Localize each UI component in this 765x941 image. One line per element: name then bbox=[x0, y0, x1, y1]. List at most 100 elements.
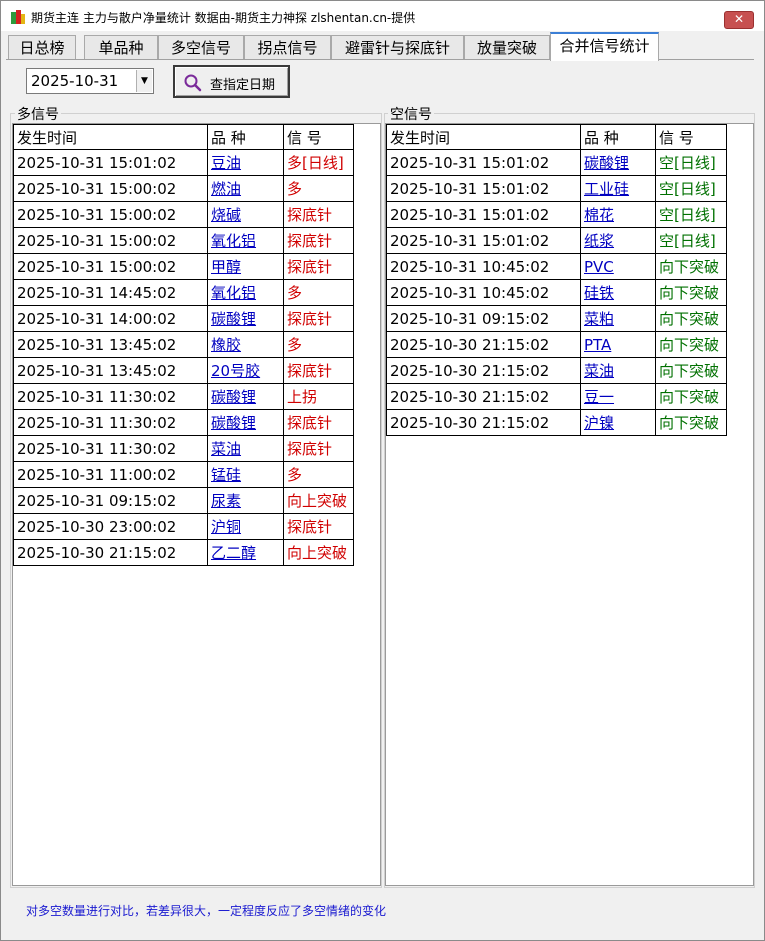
long-signal-panel: 发生时间 品 种 信 号 2025-10-31 15:01:02 豆油 多[日线] 2… bbox=[12, 123, 381, 886]
signal-type-cell: 探底针 bbox=[283, 253, 354, 280]
signal-type-cell: 空[日线] bbox=[655, 175, 727, 202]
short-signal-table: 发生时间 品 种 信 号 2025-10-31 15:01:02 碳酸锂 空[日线]… bbox=[386, 124, 727, 436]
product-link[interactable]: 碳酸锂 bbox=[580, 149, 656, 176]
signal-type-cell: 向下突破 bbox=[655, 357, 727, 384]
product-link[interactable]: 烧碱 bbox=[207, 201, 284, 228]
product-link[interactable]: 沪铜 bbox=[207, 513, 284, 540]
product-link[interactable]: 豆一 bbox=[580, 383, 656, 410]
product-link[interactable]: 豆油 bbox=[207, 149, 284, 176]
signal-time-cell: 2025-10-31 15:01:02 bbox=[386, 227, 581, 254]
signal-time-cell: 2025-10-31 09:15:02 bbox=[386, 305, 581, 332]
table-row: 2025-10-31 15:01:02 碳酸锂 空[日线] bbox=[386, 149, 727, 176]
tab-single-product[interactable]: 单品种 bbox=[84, 35, 158, 60]
product-link[interactable]: 乙二醇 bbox=[207, 539, 284, 566]
product-link[interactable]: PTA bbox=[580, 331, 656, 358]
date-picker[interactable]: 2025-10-31 ▼ bbox=[26, 68, 154, 94]
long-signal-table: 发生时间 品 种 信 号 2025-10-31 15:01:02 豆油 多[日线] 2… bbox=[13, 124, 354, 566]
signal-type-cell: 探底针 bbox=[283, 357, 354, 384]
signal-type-cell: 向下突破 bbox=[655, 383, 727, 410]
signal-time-cell: 2025-10-31 11:30:02 bbox=[13, 409, 208, 436]
product-link[interactable]: 氧化铝 bbox=[207, 227, 284, 254]
table-row: 2025-10-30 23:00:02 沪铜 探底针 bbox=[13, 513, 354, 540]
product-link[interactable]: 沪镍 bbox=[580, 409, 656, 436]
table-row: 2025-10-31 11:00:02 锰硅多 bbox=[13, 461, 354, 488]
window-title: 期货主连 主力与散户净量统计 数据由-期货主力神探 zlshentan.cn-提… bbox=[31, 11, 416, 25]
tab-merged-signal-stats[interactable]: 合并信号统计 bbox=[550, 32, 659, 61]
signal-type-cell: 向上突破 bbox=[283, 487, 354, 514]
signal-time-cell: 2025-10-31 15:00:02 bbox=[13, 175, 208, 202]
signal-time-cell: 2025-10-30 23:00:02 bbox=[13, 513, 208, 540]
signal-time-cell: 2025-10-30 21:15:02 bbox=[386, 409, 581, 436]
table-header-row: 发生时间 品 种 信 号 bbox=[386, 124, 727, 150]
table-row: 2025-10-31 15:01:02 豆油 多[日线] bbox=[13, 149, 354, 176]
signal-time-cell: 2025-10-30 21:15:02 bbox=[386, 331, 581, 358]
signal-type-cell: 向下突破 bbox=[655, 279, 727, 306]
query-date-button[interactable]: 查指定日期 bbox=[173, 65, 290, 98]
app-bar-chart-icon bbox=[11, 10, 25, 24]
signal-type-cell: 多 bbox=[283, 279, 354, 306]
table-row: 2025-10-31 15:00:02 烧碱 探底针 bbox=[13, 201, 354, 228]
product-link[interactable]: 碳酸锂 bbox=[207, 383, 284, 410]
tab-long-short-signal[interactable]: 多空信号 bbox=[158, 35, 244, 60]
product-link[interactable]: 碳酸锂 bbox=[207, 409, 284, 436]
signal-time-cell: 2025-10-31 15:00:02 bbox=[13, 253, 208, 280]
product-link[interactable]: 氧化铝 bbox=[207, 279, 284, 306]
product-link[interactable]: 燃油 bbox=[207, 175, 284, 202]
product-link[interactable]: 菜油 bbox=[207, 435, 284, 462]
signal-type-cell: 多 bbox=[283, 175, 354, 202]
chevron-down-icon[interactable]: ▼ bbox=[136, 70, 152, 92]
signal-type-cell: 多 bbox=[283, 331, 354, 358]
table-row: 2025-10-31 15:00:02 甲醇 探底针 bbox=[13, 253, 354, 280]
tab-turning-point-signal[interactable]: 拐点信号 bbox=[244, 35, 331, 60]
signal-time-cell: 2025-10-31 14:45:02 bbox=[13, 279, 208, 306]
table-row: 2025-10-31 13:45:02 橡胶多 bbox=[13, 331, 354, 358]
table-row: 2025-10-31 14:00:02 碳酸锂 探底针 bbox=[13, 305, 354, 332]
column-header-time: 发生时间 bbox=[13, 124, 208, 150]
table-row: 2025-10-30 21:15:02 PTA 向下突破 bbox=[386, 331, 727, 358]
table-row: 2025-10-30 21:15:02 沪镍 向下突破 bbox=[386, 409, 727, 436]
product-link[interactable]: 棉花 bbox=[580, 201, 656, 228]
table-header-row: 发生时间 品 种 信 号 bbox=[13, 124, 354, 150]
table-row: 2025-10-31 11:30:02 碳酸锂 上拐 bbox=[13, 383, 354, 410]
product-link[interactable]: 锰硅 bbox=[207, 461, 284, 488]
signal-time-cell: 2025-10-31 15:00:02 bbox=[13, 201, 208, 228]
signal-type-cell: 多[日线] bbox=[283, 149, 354, 176]
signal-type-cell: 探底针 bbox=[283, 409, 354, 436]
product-link[interactable]: 菜粕 bbox=[580, 305, 656, 332]
signal-type-cell: 探底针 bbox=[283, 227, 354, 254]
tab-bar: 日总榜 单品种 多空信号 拐点信号 避雷针与探底针 放量突破 合并信号统计 bbox=[1, 32, 764, 61]
product-link[interactable]: 菜油 bbox=[580, 357, 656, 384]
signal-type-cell: 向下突破 bbox=[655, 305, 727, 332]
product-link[interactable]: PVC bbox=[580, 253, 656, 280]
table-row: 2025-10-31 09:15:02 菜粕 向下突破 bbox=[386, 305, 727, 332]
product-link[interactable]: 20号胶 bbox=[207, 357, 284, 384]
product-link[interactable]: 工业硅 bbox=[580, 175, 656, 202]
date-value: 2025-10-31 bbox=[31, 72, 119, 90]
table-row: 2025-10-31 15:01:02 棉花 空[日线] bbox=[386, 201, 727, 228]
signal-type-cell: 空[日线] bbox=[655, 227, 727, 254]
signal-time-cell: 2025-10-31 11:30:02 bbox=[13, 383, 208, 410]
close-button[interactable]: ✕ bbox=[724, 11, 754, 29]
product-link[interactable]: 纸浆 bbox=[580, 227, 656, 254]
tab-daily-ranking[interactable]: 日总榜 bbox=[8, 35, 76, 60]
magnifier-icon bbox=[184, 74, 202, 92]
query-date-label: 查指定日期 bbox=[210, 78, 276, 93]
signal-type-cell: 向下突破 bbox=[655, 331, 727, 358]
tab-spike-bottom-signal[interactable]: 避雷针与探底针 bbox=[331, 35, 464, 60]
tab-volume-breakout[interactable]: 放量突破 bbox=[464, 35, 550, 60]
product-link[interactable]: 硅铁 bbox=[580, 279, 656, 306]
title-bar: 期货主连 主力与散户净量统计 数据由-期货主力神探 zlshentan.cn-提… bbox=[1, 1, 764, 31]
signal-type-cell: 探底针 bbox=[283, 305, 354, 332]
product-link[interactable]: 碳酸锂 bbox=[207, 305, 284, 332]
column-header-signal: 信 号 bbox=[283, 124, 354, 150]
signal-type-cell: 探底针 bbox=[283, 435, 354, 462]
product-link[interactable]: 甲醇 bbox=[207, 253, 284, 280]
signal-time-cell: 2025-10-30 21:15:02 bbox=[386, 383, 581, 410]
product-link[interactable]: 尿素 bbox=[207, 487, 284, 514]
signal-time-cell: 2025-10-31 15:01:02 bbox=[13, 149, 208, 176]
product-link[interactable]: 橡胶 bbox=[207, 331, 284, 358]
short-signal-panel: 发生时间 品 种 信 号 2025-10-31 15:01:02 碳酸锂 空[日线]… bbox=[385, 123, 754, 886]
table-row: 2025-10-31 10:45:02 硅铁 向下突破 bbox=[386, 279, 727, 306]
signal-time-cell: 2025-10-30 21:15:02 bbox=[13, 539, 208, 566]
signal-type-cell: 探底针 bbox=[283, 201, 354, 228]
